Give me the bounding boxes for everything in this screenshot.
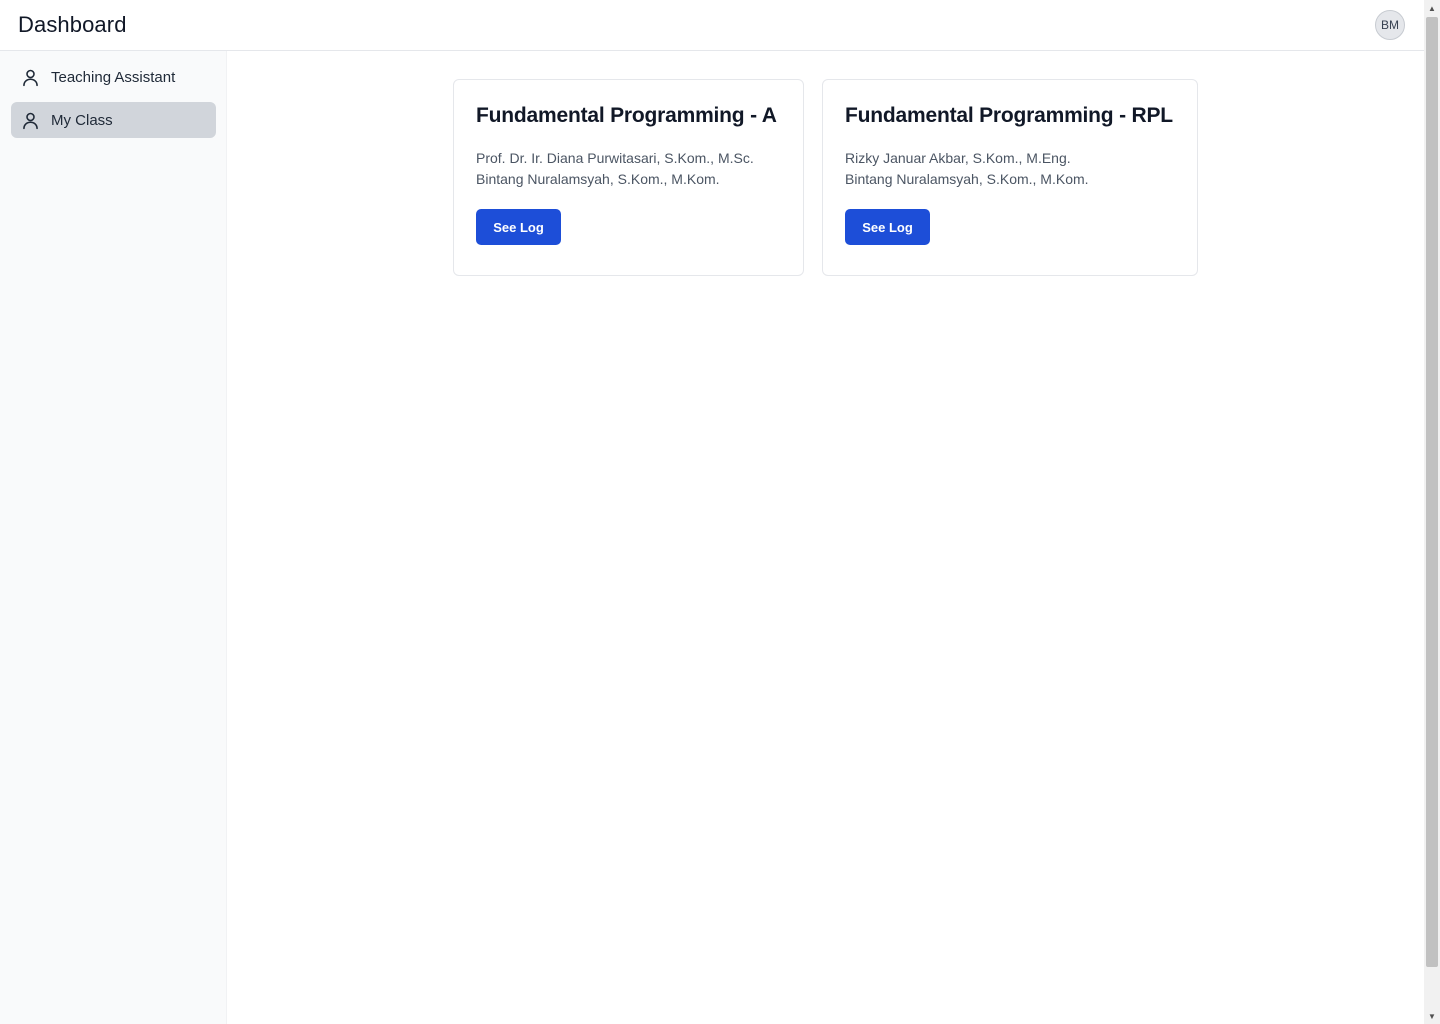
lecturer-name: Rizky Januar Akbar, S.Kom., M.Eng. xyxy=(845,150,1071,166)
see-log-button[interactable]: See Log xyxy=(476,209,561,245)
avatar-initials: BM xyxy=(1381,18,1399,32)
lecturer-list: Prof. Dr. Ir. Diana Purwitasari, S.Kom.,… xyxy=(476,148,781,190)
lecturer-name: Bintang Nuralamsyah, S.Kom., M.Kom. xyxy=(845,171,1089,187)
lecturer-name: Bintang Nuralamsyah, S.Kom., M.Kom. xyxy=(476,171,720,187)
user-avatar-button[interactable]: BM xyxy=(1375,10,1405,40)
sidebar-item-label: Teaching Assistant xyxy=(51,68,176,86)
sidebar-item-teaching-assistant[interactable]: Teaching Assistant xyxy=(11,59,216,95)
main-content: Fundamental Programming - A Prof. Dr. Ir… xyxy=(227,51,1424,1024)
lecturer-list: Rizky Januar Akbar, S.Kom., M.Eng. Binta… xyxy=(845,148,1175,190)
page-title: Dashboard xyxy=(18,12,127,37)
lecturer-name: Prof. Dr. Ir. Diana Purwitasari, S.Kom.,… xyxy=(476,150,754,166)
scroll-up-arrow-icon[interactable]: ▲ xyxy=(1424,0,1440,16)
app-root: Dashboard BM Teaching Assistant My Class xyxy=(0,0,1440,1024)
user-icon xyxy=(19,109,41,131)
class-card: Fundamental Programming - A Prof. Dr. Ir… xyxy=(453,79,804,276)
class-card: Fundamental Programming - RPL Rizky Janu… xyxy=(822,79,1198,276)
top-header: Dashboard BM xyxy=(0,0,1424,51)
sidebar-item-label: My Class xyxy=(51,111,113,129)
class-title: Fundamental Programming - RPL xyxy=(845,104,1173,127)
vertical-scrollbar[interactable]: ▲ ▼ xyxy=(1424,0,1440,1024)
sidebar: Teaching Assistant My Class xyxy=(0,51,227,1024)
class-title: Fundamental Programming - A xyxy=(476,104,777,127)
user-icon xyxy=(19,66,41,88)
class-card-list: Fundamental Programming - A Prof. Dr. Ir… xyxy=(453,79,1198,276)
scroll-down-arrow-icon[interactable]: ▼ xyxy=(1424,1008,1440,1024)
scroll-thumb[interactable] xyxy=(1426,17,1438,967)
see-log-button[interactable]: See Log xyxy=(845,209,930,245)
sidebar-item-my-class[interactable]: My Class xyxy=(11,102,216,138)
